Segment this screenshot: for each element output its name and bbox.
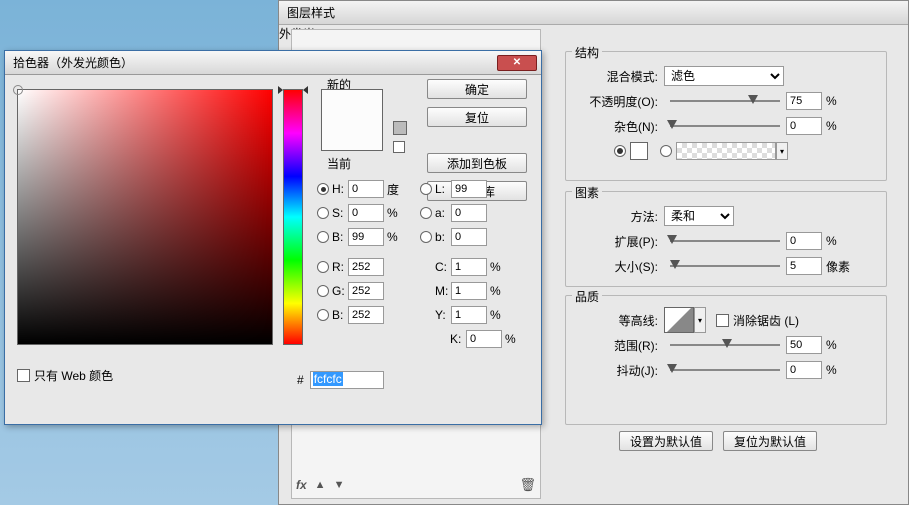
color-picker-title: 拾色器（外发光颜色） — [9, 54, 497, 71]
close-icon[interactable]: ✕ — [497, 55, 537, 71]
hue-right-arrow-icon[interactable] — [303, 86, 308, 94]
ok-button[interactable]: 确定 — [427, 79, 527, 99]
r-input[interactable] — [348, 258, 384, 276]
lab-b-radio[interactable] — [420, 231, 432, 243]
color-picker-window: 拾色器（外发光颜色） ✕ 新的 当前 确定 复位 添加到色板 颜色库 H: 度 … — [4, 50, 542, 425]
a-radio[interactable] — [420, 207, 432, 219]
blue-input[interactable] — [348, 306, 384, 324]
group-quality: 品质 等高线: ▾ 消除锯齿 (L) 范围(R): % 抖动(J): % — [565, 295, 887, 425]
spread-slider[interactable] — [670, 236, 780, 246]
arrow-down-icon[interactable]: ▼ — [334, 479, 345, 491]
hue-slider[interactable] — [283, 89, 303, 345]
range-label: 范围(R): — [574, 337, 664, 354]
color-picker-titlebar[interactable]: 拾色器（外发光颜色） ✕ — [5, 51, 541, 75]
hex-input[interactable]: fcfcfc — [310, 371, 384, 389]
noise-label: 杂色(N): — [574, 118, 664, 135]
noise-slider[interactable] — [670, 121, 780, 131]
arrow-up-icon[interactable]: ▲ — [315, 479, 326, 491]
method-label: 方法: — [574, 208, 664, 225]
range-input[interactable] — [786, 336, 822, 354]
glow-color-radio[interactable] — [614, 145, 626, 157]
size-input[interactable] — [786, 257, 822, 275]
set-default-button[interactable]: 设置为默认值 — [619, 431, 713, 451]
c-input[interactable] — [451, 258, 487, 276]
tiny-swatch[interactable] — [393, 141, 405, 153]
y-input[interactable] — [451, 306, 487, 324]
l-radio[interactable] — [420, 183, 432, 195]
k-input[interactable] — [466, 330, 502, 348]
group-structure-label: 结构 — [572, 44, 602, 61]
color-value-fields: H: 度 L: S: % a: B: % b: R: C: % — [317, 177, 527, 351]
group-elements: 图素 方法: 柔和 扩展(P): % 大小(S): 像素 — [565, 191, 887, 287]
web-only-label: 只有 Web 颜色 — [34, 367, 113, 384]
saturation-value-field[interactable] — [17, 89, 273, 345]
h-radio[interactable] — [317, 183, 329, 195]
preview-new — [322, 90, 382, 120]
size-slider[interactable] — [670, 261, 780, 271]
spread-label: 扩展(P): — [574, 233, 664, 250]
contour-label: 等高线: — [574, 312, 664, 329]
add-swatch-button[interactable]: 添加到色板 — [427, 153, 527, 173]
l-input[interactable] — [451, 180, 487, 198]
spread-input[interactable] — [786, 232, 822, 250]
g-radio[interactable] — [317, 285, 329, 297]
b-radio[interactable] — [317, 231, 329, 243]
blend-mode-label: 混合模式: — [574, 68, 664, 85]
antialias-label: 消除锯齿 (L) — [733, 312, 799, 329]
hue-left-arrow-icon[interactable] — [278, 86, 283, 94]
group-elements-label: 图素 — [572, 184, 602, 201]
s-radio[interactable] — [317, 207, 329, 219]
glow-color-swatch[interactable] — [630, 142, 648, 160]
s-input[interactable] — [348, 204, 384, 222]
noise-input[interactable] — [786, 117, 822, 135]
jitter-slider[interactable] — [670, 365, 780, 375]
b-input[interactable] — [348, 228, 384, 246]
g-input[interactable] — [348, 282, 384, 300]
preview-current — [322, 120, 382, 150]
reset-default-button[interactable]: 复位为默认值 — [723, 431, 817, 451]
contour-dropdown[interactable]: ▾ — [694, 307, 706, 333]
glow-gradient-preview[interactable] — [676, 142, 776, 160]
antialias-checkbox[interactable] — [716, 314, 729, 327]
h-input[interactable] — [348, 180, 384, 198]
contour-preview[interactable] — [664, 307, 694, 333]
size-label: 大小(S): — [574, 258, 664, 275]
blend-mode-select[interactable]: 滤色 — [664, 66, 784, 86]
m-input[interactable] — [451, 282, 487, 300]
sv-cursor-icon — [13, 85, 23, 95]
a-input[interactable] — [451, 204, 487, 222]
cube-icon[interactable] — [393, 121, 407, 135]
glow-gradient-radio[interactable] — [660, 145, 672, 157]
glow-gradient-dropdown[interactable]: ▾ — [776, 142, 788, 160]
opacity-label: 不透明度(O): — [574, 93, 664, 110]
lab-b-input[interactable] — [451, 228, 487, 246]
range-slider[interactable] — [670, 340, 780, 350]
jitter-input[interactable] — [786, 361, 822, 379]
blue-radio[interactable] — [317, 309, 329, 321]
opacity-input[interactable] — [786, 92, 822, 110]
opacity-slider[interactable] — [670, 96, 780, 106]
method-select[interactable]: 柔和 — [664, 206, 734, 226]
cancel-button[interactable]: 复位 — [427, 107, 527, 127]
color-preview — [321, 89, 383, 151]
fx-icon[interactable]: fx — [296, 478, 307, 492]
current-color-label: 当前 — [327, 155, 351, 172]
group-quality-label: 品质 — [572, 288, 602, 305]
jitter-label: 抖动(J): — [574, 362, 664, 379]
layer-style-title: 图层样式 — [279, 1, 908, 25]
trash-icon[interactable]: 🗑 — [519, 477, 536, 493]
group-structure: 结构 混合模式: 滤色 不透明度(O): % 杂色(N): % — [565, 51, 887, 181]
r-radio[interactable] — [317, 261, 329, 273]
hex-prefix: # — [297, 373, 304, 387]
web-only-checkbox[interactable] — [17, 369, 30, 382]
